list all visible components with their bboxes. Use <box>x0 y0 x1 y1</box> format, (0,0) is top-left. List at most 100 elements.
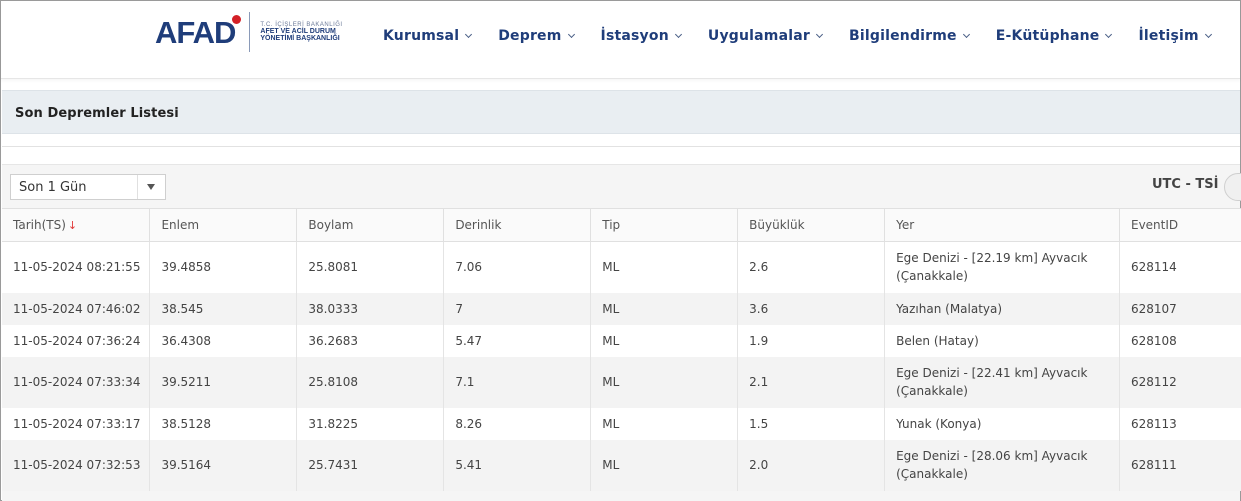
nav-label: İstasyon <box>600 28 669 44</box>
nav-label: Deprem <box>498 28 562 44</box>
cell-lon: 31.8225 <box>296 407 445 440</box>
chevron-down-icon <box>674 30 682 38</box>
nav-label: Kurumsal <box>383 28 460 44</box>
column-header-magnitude[interactable]: Büyüklük <box>737 208 886 242</box>
place-line-1: Ege Denizi - [28.06 km] Ayvacık <box>896 449 1088 463</box>
cell-lon: 25.8108 <box>296 356 445 408</box>
cell-date: 11-05-2024 07:32:53 <box>2 439 151 491</box>
logo-word-text: AFAD <box>155 14 236 50</box>
divider <box>2 146 1240 147</box>
nav-item-e-kutuphane[interactable]: E-Kütüphane <box>995 28 1113 44</box>
chevron-down-icon <box>1204 30 1212 38</box>
table-header-row: Tarih(TS) ↓ Enlem Boylam Derinlik Tip Büy… <box>2 208 1241 242</box>
column-header-type[interactable]: Tip <box>590 208 739 242</box>
column-header-lon[interactable]: Boylam <box>296 208 445 242</box>
table-row[interactable]: 11-05-2024 08:21:55 39.4858 25.8081 7.06… <box>2 241 1241 293</box>
cell-magnitude: 2.0 <box>737 439 886 491</box>
logo-dot-icon <box>232 14 242 24</box>
cell-date: 11-05-2024 07:46:02 <box>2 292 151 325</box>
cell-date: 11-05-2024 08:21:55 <box>2 241 151 293</box>
cell-place: Ege Denizi - [22.41 km] Ayvacık (Çanakkal… <box>884 356 1120 408</box>
cell-eventid: 628113 <box>1119 407 1241 440</box>
cell-place: Yunak (Konya) <box>884 407 1120 440</box>
page-title-bar: Son Depremler Listesi <box>2 90 1240 134</box>
chevron-down-icon <box>1105 30 1113 38</box>
chevron-down-icon <box>962 30 970 38</box>
cell-depth: 5.47 <box>443 324 592 357</box>
cell-depth: 7 <box>443 292 592 325</box>
table-row[interactable]: 11-05-2024 07:36:24 36.4308 36.2683 5.47… <box>2 324 1241 357</box>
time-mode-label: UTC - TSİ <box>1152 177 1219 192</box>
cell-place: Yazıhan (Malatya) <box>884 292 1120 325</box>
cell-lat: 38.5128 <box>149 407 298 440</box>
cell-lon: 36.2683 <box>296 324 445 357</box>
nav-item-istasyon[interactable]: İstasyon <box>600 28 682 44</box>
cell-depth: 5.41 <box>443 439 592 491</box>
page-title: Son Depremler Listesi <box>15 106 179 121</box>
cell-date: 11-05-2024 07:33:34 <box>2 356 151 408</box>
cell-place: Belen (Hatay) <box>884 324 1120 357</box>
sort-down-icon: ↓ <box>67 219 78 232</box>
cell-type: ML <box>590 241 739 293</box>
select-divider <box>137 175 138 199</box>
cell-type: ML <box>590 439 739 491</box>
earthquake-panel: Son 1 Gün UTC - TSİ Tarih(TS) ↓ Enlem Boy… <box>2 164 1241 501</box>
nav-item-bilgilendirme[interactable]: Bilgilendirme <box>849 28 970 44</box>
cell-lat: 36.4308 <box>149 324 298 357</box>
cell-eventid: 628114 <box>1119 241 1241 293</box>
cell-lat: 38.545 <box>149 292 298 325</box>
table-row[interactable]: 11-05-2024 07:46:02 38.545 38.0333 7 ML … <box>2 292 1241 325</box>
cell-magnitude: 3.6 <box>737 292 886 325</box>
cell-eventid: 628108 <box>1119 324 1241 357</box>
cell-lat: 39.5164 <box>149 439 298 491</box>
logo-divider <box>249 12 251 52</box>
column-header-eventid[interactable]: EventID <box>1119 208 1241 242</box>
site-header: AFAD T.C. İÇİŞLERİ BAKANLIĞI AFET VE ACİ… <box>1 1 1240 79</box>
table-row[interactable]: 11-05-2024 07:33:17 38.5128 31.8225 8.26… <box>2 407 1241 440</box>
cell-type: ML <box>590 356 739 408</box>
column-label: Tarih(TS) <box>13 218 66 232</box>
cell-lon: 25.7431 <box>296 439 445 491</box>
cell-lon: 25.8081 <box>296 241 445 293</box>
cell-place: Ege Denizi - [28.06 km] Ayvacık (Çanakkal… <box>884 439 1120 491</box>
column-header-depth[interactable]: Derinlik <box>443 208 592 242</box>
logo-wordmark: AFAD <box>155 14 242 50</box>
earthquake-table: Tarih(TS) ↓ Enlem Boylam Derinlik Tip Büy… <box>2 208 1241 491</box>
place-line-1: Ege Denizi - [22.41 km] Ayvacık <box>896 366 1088 380</box>
cell-magnitude: 2.1 <box>737 356 886 408</box>
afad-logo[interactable]: AFAD T.C. İÇİŞLERİ BAKANLIĞI AFET VE ACİ… <box>155 10 343 54</box>
table-row[interactable]: 11-05-2024 07:33:34 39.5211 25.8108 7.1 … <box>2 356 1241 408</box>
nav-item-kurumsal[interactable]: Kurumsal <box>383 28 473 44</box>
column-header-place[interactable]: Yer <box>884 208 1120 242</box>
nav-label: E-Kütüphane <box>995 28 1100 44</box>
cell-type: ML <box>590 407 739 440</box>
period-select[interactable]: Son 1 Gün <box>10 174 166 200</box>
period-select-value: Son 1 Gün <box>19 179 87 195</box>
cell-magnitude: 1.9 <box>737 324 886 357</box>
table-row[interactable]: 11-05-2024 07:32:53 39.5164 25.7431 5.41… <box>2 439 1241 491</box>
cell-magnitude: 2.6 <box>737 241 886 293</box>
cell-lat: 39.5211 <box>149 356 298 408</box>
cell-depth: 7.06 <box>443 241 592 293</box>
cell-magnitude: 1.5 <box>737 407 886 440</box>
logo-line-3: YÖNETİMİ BAŞKANLIĞI <box>260 35 340 43</box>
chevron-down-icon <box>465 30 473 38</box>
column-header-lat[interactable]: Enlem <box>149 208 298 242</box>
place-line-2: (Çanakkale) <box>896 384 968 398</box>
logo-subtitle: T.C. İÇİŞLERİ BAKANLIĞI AFET VE ACİL DUR… <box>260 22 342 43</box>
nav-item-deprem[interactable]: Deprem <box>498 28 575 44</box>
nav-item-iletisim[interactable]: İletişim <box>1138 28 1212 44</box>
main-nav: Kurumsal Deprem İstasyon Uygulamalar Bil… <box>383 26 1238 46</box>
place-line-2: (Çanakkale) <box>896 467 968 481</box>
column-header-date[interactable]: Tarih(TS) ↓ <box>2 208 151 242</box>
nav-label: Uygulamalar <box>707 28 810 44</box>
cell-place: Ege Denizi - [22.19 km] Ayvacık (Çanakkal… <box>884 241 1120 293</box>
place-line-2: (Çanakkale) <box>896 269 968 284</box>
cell-eventid: 628107 <box>1119 292 1241 325</box>
time-mode-toggle[interactable] <box>1224 173 1241 201</box>
nav-item-uygulamalar[interactable]: Uygulamalar <box>707 28 824 44</box>
cell-type: ML <box>590 324 739 357</box>
place-line-1: Ege Denizi - [22.19 km] Ayvacık <box>896 251 1088 266</box>
chevron-down-icon <box>567 30 575 38</box>
cell-eventid: 628112 <box>1119 356 1241 408</box>
